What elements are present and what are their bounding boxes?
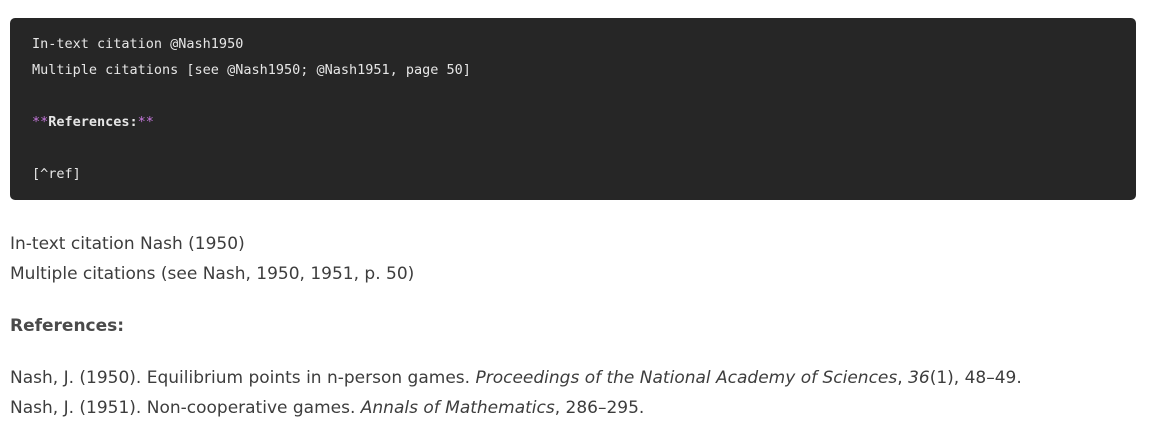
rendered-preview: In-text citation Nash (1950) Multiple ci…	[10, 229, 1130, 423]
source-line-multiple-citations: Multiple citations [see @Nash1950; @Nash…	[32, 62, 471, 78]
markdown-source-code-block[interactable]: In-text citation @Nash1950 Multiple cita…	[10, 18, 1136, 200]
preview-multiple-citations: Multiple citations (see Nash, 1950, 1951…	[10, 264, 415, 284]
reference-separator: ,	[897, 368, 909, 388]
reference-citation-text: Nash, J. (1950). Equilibrium points in n…	[10, 368, 476, 388]
reference-entry-nash-1950: Nash, J. (1950). Equilibrium points in n…	[10, 363, 1130, 393]
source-references-text: References:	[48, 114, 138, 130]
source-blank-line	[32, 86, 1114, 112]
reference-pages: (1), 48–49.	[929, 368, 1022, 388]
preview-in-text-citation: In-text citation Nash (1950)	[10, 234, 245, 254]
reference-citation-text: Nash, J. (1951). Non-cooperative games.	[10, 398, 361, 418]
source-line-in-text-citation: In-text citation @Nash1950	[32, 36, 244, 52]
reference-journal: Proceedings of the National Academy of S…	[475, 368, 898, 388]
source-line-ref-placeholder: [^ref]	[32, 166, 81, 182]
bold-open-marker: **	[32, 114, 49, 130]
reference-journal: Annals of Mathematics	[360, 398, 555, 418]
preview-references-heading: References:	[10, 316, 125, 336]
reference-entry-nash-1951: Nash, J. (1951). Non-cooperative games. …	[10, 393, 1130, 423]
source-blank-line	[32, 138, 1114, 164]
source-line-references-heading: **References:**	[32, 112, 1114, 138]
reference-pages: , 286–295.	[554, 398, 645, 418]
bold-close-marker: **	[137, 114, 154, 130]
reference-volume: 36	[908, 368, 930, 388]
